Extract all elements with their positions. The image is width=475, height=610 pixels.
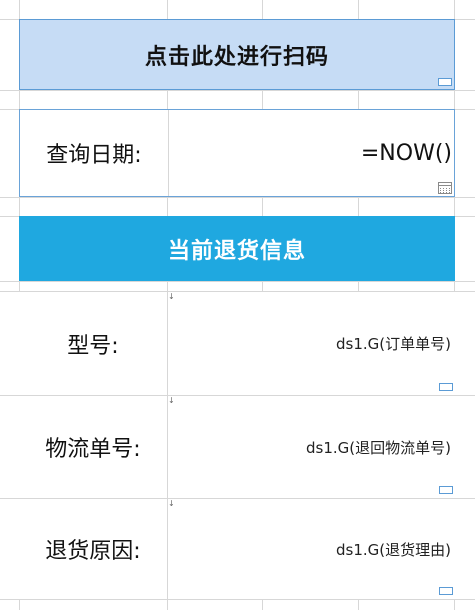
model-row: 型号: ↓ ds1.G(订单单号)	[19, 292, 455, 395]
calendar-icon[interactable]	[438, 182, 452, 194]
return-reason-row: 退货原因: ↓ ds1.G(退货理由)	[19, 499, 455, 599]
model-value[interactable]: ds1.G(订单单号)	[168, 292, 451, 395]
return-reason-value[interactable]: ds1.G(退货理由)	[168, 499, 451, 599]
scan-banner-button[interactable]: 点击此处进行扫码	[19, 19, 455, 90]
resize-handle-icon[interactable]	[439, 587, 453, 595]
scan-banner-label: 点击此处进行扫码	[144, 44, 329, 70]
resize-handle-icon[interactable]	[439, 486, 453, 494]
resize-handle-icon[interactable]	[439, 383, 453, 391]
return-info-section-header: 当前退货信息	[19, 216, 455, 281]
tracking-number-value[interactable]: ds1.G(退回物流单号)	[168, 396, 451, 498]
query-date-value[interactable]: =NOW()	[169, 110, 452, 196]
section-header-title: 当前退货信息	[167, 238, 306, 264]
query-date-row: 查询日期: =NOW()	[19, 109, 455, 197]
return-reason-label: 退货原因:	[45, 539, 141, 564]
tracking-number-row: 物流单号: ↓ ds1.G(退回物流单号)	[19, 396, 455, 498]
query-date-label: 查询日期:	[46, 143, 142, 168]
tracking-number-label: 物流单号:	[45, 437, 141, 462]
model-label: 型号:	[67, 333, 119, 359]
resize-handle-icon[interactable]	[438, 78, 452, 86]
